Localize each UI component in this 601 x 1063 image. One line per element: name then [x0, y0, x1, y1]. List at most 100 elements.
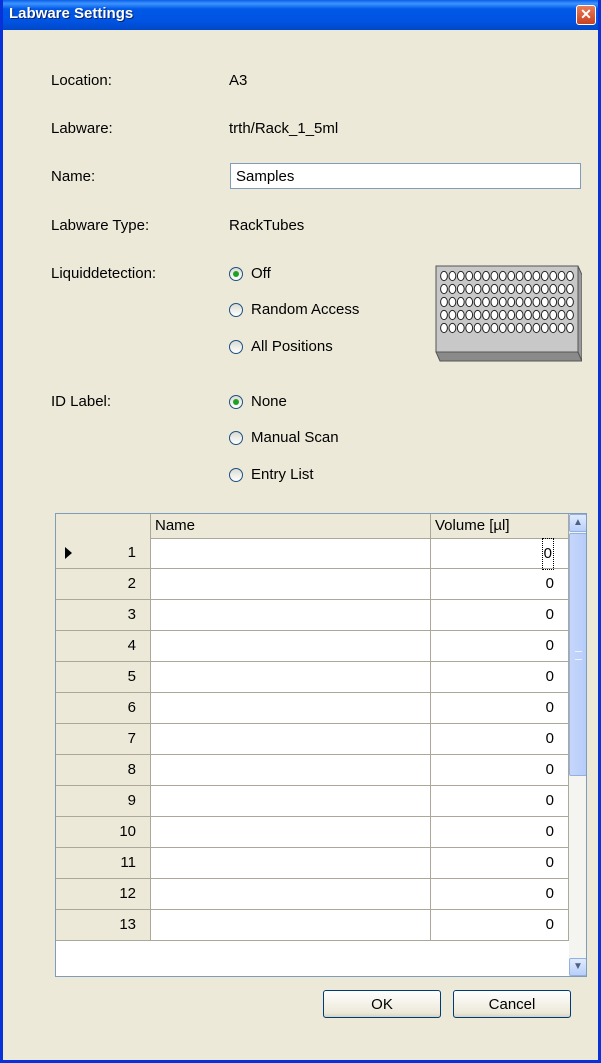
- id-option-label: Manual Scan: [251, 429, 339, 446]
- row-number: 9: [127, 792, 136, 809]
- scroll-down-icon[interactable]: ▼: [569, 958, 586, 976]
- title-bar[interactable]: Labware Settings ✕: [3, 0, 598, 30]
- close-icon[interactable]: ✕: [576, 5, 596, 25]
- scroll-up-icon[interactable]: ▲: [569, 514, 586, 532]
- table-row[interactable]: 60: [56, 693, 569, 724]
- row-header[interactable]: 9: [56, 786, 151, 816]
- volume-value: 0: [545, 668, 554, 685]
- grip-icon: [575, 651, 582, 660]
- row-header[interactable]: 11: [56, 848, 151, 878]
- row-number: 11: [120, 854, 136, 871]
- table-row[interactable]: 90: [56, 786, 569, 817]
- volume-cell[interactable]: 0: [431, 600, 569, 630]
- id-radio-none[interactable]: None: [229, 393, 287, 410]
- volume-cell[interactable]: 0: [431, 910, 569, 940]
- table-row[interactable]: 40: [56, 631, 569, 662]
- row-header[interactable]: 8: [56, 755, 151, 785]
- current-row-pointer-icon: [65, 547, 72, 559]
- row-number: 13: [119, 916, 136, 933]
- name-cell[interactable]: [151, 569, 431, 599]
- location-value: A3: [229, 72, 248, 89]
- name-cell[interactable]: [151, 662, 431, 692]
- row-header[interactable]: 6: [56, 693, 151, 723]
- name-cell[interactable]: [151, 724, 431, 754]
- volume-value: 0: [545, 823, 554, 840]
- name-cell[interactable]: [151, 600, 431, 630]
- labware-settings-dialog: Labware Settings ✕ Location: A3 Labware:…: [0, 0, 601, 1063]
- liquid-radio-random-access[interactable]: Random Access: [229, 301, 359, 318]
- row-number: 4: [127, 637, 136, 654]
- name-cell[interactable]: [151, 879, 431, 909]
- table-row[interactable]: 70: [56, 724, 569, 755]
- name-cell[interactable]: [151, 631, 431, 661]
- cancel-button[interactable]: Cancel: [453, 990, 571, 1018]
- name-input[interactable]: [230, 163, 581, 189]
- column-header-volume[interactable]: Volume [µl]: [431, 514, 569, 538]
- name-cell[interactable]: [151, 693, 431, 723]
- row-number: 3: [127, 606, 136, 623]
- labware-label: Labware:: [51, 120, 113, 137]
- vertical-scrollbar[interactable]: ▲ ▼: [569, 514, 586, 976]
- row-number: 6: [127, 699, 136, 716]
- volume-cell[interactable]: 0: [431, 662, 569, 692]
- samples-grid[interactable]: Name Volume [µl] 1 0 2 0 3 0 4 0 5 0 6 0 7 0 8 0 9 0 10 0 11…: [55, 513, 587, 977]
- radio-selected-icon: [229, 394, 243, 409]
- volume-value: 0: [545, 792, 554, 809]
- liquid-radio-off[interactable]: Off: [229, 265, 271, 282]
- labware-value: trth/Rack_1_5ml: [229, 120, 339, 137]
- row-header[interactable]: 3: [56, 600, 151, 630]
- name-label: Name:: [51, 168, 96, 185]
- table-row[interactable]: 11 0: [56, 848, 569, 879]
- table-row[interactable]: 30: [56, 600, 569, 631]
- row-header[interactable]: 4: [56, 631, 151, 661]
- volume-cell[interactable]: 0: [431, 755, 569, 785]
- row-header[interactable]: 13: [56, 910, 151, 940]
- volume-value: 0: [545, 761, 554, 778]
- volume-cell[interactable]: 0: [431, 848, 569, 878]
- id-option-label: Entry List: [251, 466, 314, 483]
- name-cell[interactable]: [151, 755, 431, 785]
- volume-cell[interactable]: 0: [431, 817, 569, 847]
- name-cell[interactable]: [151, 538, 431, 568]
- name-cell[interactable]: [151, 848, 431, 878]
- table-row[interactable]: 10 0: [56, 817, 569, 848]
- table-row[interactable]: 80: [56, 755, 569, 786]
- row-header[interactable]: 5: [56, 662, 151, 692]
- row-header[interactable]: 10: [56, 817, 151, 847]
- table-row[interactable]: 20: [56, 569, 569, 600]
- row-header[interactable]: 12: [56, 879, 151, 909]
- ok-button[interactable]: OK: [323, 990, 441, 1018]
- volume-cell[interactable]: 0: [431, 879, 569, 909]
- row-number: 5: [127, 668, 136, 685]
- table-row[interactable]: 12 0: [56, 879, 569, 910]
- location-label: Location:: [51, 72, 112, 89]
- row-header[interactable]: 2: [56, 569, 151, 599]
- volume-value: 0: [545, 606, 554, 623]
- liquid-radio-all-positions[interactable]: All Positions: [229, 338, 333, 355]
- table-row[interactable]: 50: [56, 662, 569, 693]
- name-cell[interactable]: [151, 817, 431, 847]
- radio-icon: [229, 302, 243, 317]
- column-header-name[interactable]: Name: [151, 514, 431, 538]
- liquid-option-label: All Positions: [251, 338, 333, 355]
- scroll-thumb[interactable]: [569, 533, 586, 776]
- row-header[interactable]: 7: [56, 724, 151, 754]
- row-number: 12: [119, 885, 136, 902]
- table-row[interactable]: 13 0: [56, 910, 569, 941]
- volume-value: 0: [545, 916, 554, 933]
- row-header[interactable]: 1: [56, 538, 151, 568]
- volume-cell[interactable]: 0: [431, 538, 569, 570]
- name-cell[interactable]: [151, 910, 431, 940]
- volume-cell[interactable]: 0: [431, 786, 569, 816]
- id-radio-manual-scan[interactable]: Manual Scan: [229, 429, 339, 446]
- row-number: 7: [127, 730, 136, 747]
- volume-cell[interactable]: 0: [431, 569, 569, 599]
- id-radio-entry-list[interactable]: Entry List: [229, 466, 314, 483]
- name-cell[interactable]: [151, 786, 431, 816]
- window-title: Labware Settings: [9, 5, 134, 22]
- volume-cell[interactable]: 0: [431, 693, 569, 723]
- table-row[interactable]: 10: [56, 538, 569, 570]
- volume-cell[interactable]: 0: [431, 724, 569, 754]
- volume-value: 0: [545, 637, 554, 654]
- volume-cell[interactable]: 0: [431, 631, 569, 661]
